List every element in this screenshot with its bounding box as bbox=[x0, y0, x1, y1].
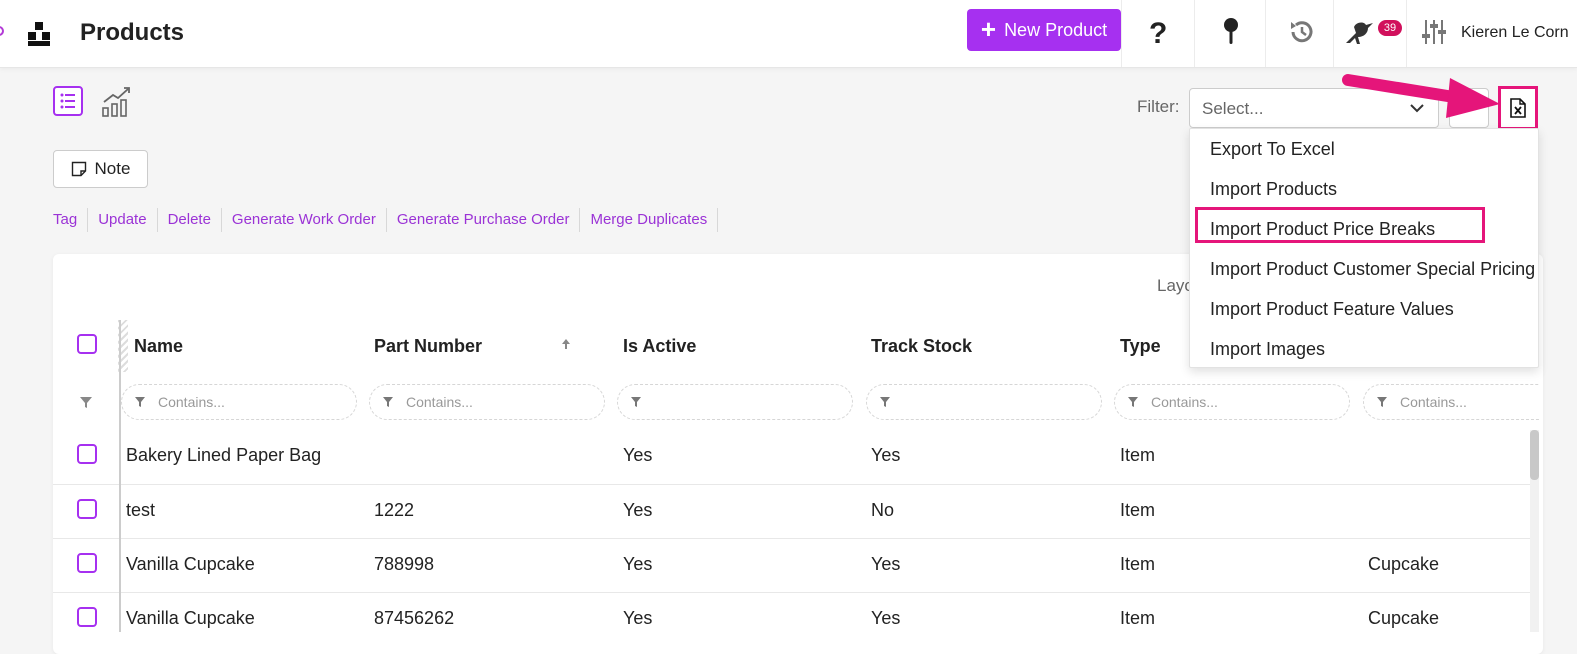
row-checkbox[interactable] bbox=[77, 607, 97, 627]
settings-sliders-icon[interactable] bbox=[1418, 13, 1450, 51]
new-product-label: New Product bbox=[1004, 19, 1108, 40]
note-button[interactable]: Note bbox=[53, 150, 148, 188]
cell-name: Vanilla Cupcake bbox=[126, 554, 255, 574]
funnel-icon bbox=[383, 397, 393, 407]
action-generate-purchase-order[interactable]: Generate Purchase Order bbox=[387, 208, 581, 232]
bird-icon[interactable] bbox=[1342, 13, 1378, 51]
cell-name: Bakery Lined Paper Bag bbox=[126, 445, 322, 465]
new-product-button[interactable]: + New Product bbox=[967, 9, 1121, 51]
column-header-is-active[interactable]: Is Active bbox=[623, 336, 696, 357]
sidebar-edge-icon[interactable] bbox=[0, 26, 4, 36]
filter-placeholder: Select... bbox=[1202, 99, 1264, 118]
menu-item-export-to-excel[interactable]: Export To Excel bbox=[1210, 139, 1335, 160]
top-bar: Products + New Product ? 39 Kieren Le Co… bbox=[0, 0, 1577, 68]
action-tag[interactable]: Tag bbox=[53, 208, 89, 232]
funnel-icon bbox=[631, 397, 641, 407]
export-import-menu: Export To Excel Import Products Import P… bbox=[1189, 128, 1539, 368]
cell-name: test bbox=[126, 500, 156, 520]
table-row[interactable] bbox=[53, 592, 1533, 632]
cell-name: Vanilla Cupcake bbox=[126, 608, 255, 628]
menu-item-import-customer-special-pricing[interactable]: Import Product Customer Special Pricing bbox=[1210, 259, 1535, 280]
funnel-icon bbox=[135, 397, 145, 407]
pin-icon[interactable] bbox=[1212, 13, 1250, 51]
action-delete[interactable]: Delete bbox=[158, 208, 222, 232]
filter-input-type[interactable]: Contains... bbox=[1114, 384, 1350, 420]
svg-text:?: ? bbox=[1149, 17, 1167, 47]
filter-input-category[interactable]: Contains... bbox=[1363, 384, 1539, 420]
filter-placeholder: Contains... bbox=[1400, 394, 1467, 410]
funnel-icon bbox=[1128, 397, 1138, 407]
cell-type: Item bbox=[1120, 445, 1156, 465]
cell-track-stock: Yes bbox=[871, 608, 901, 628]
menu-item-import-feature-values[interactable]: Import Product Feature Values bbox=[1210, 299, 1454, 320]
history-icon[interactable] bbox=[1283, 13, 1321, 51]
filter-input-name[interactable]: Contains... bbox=[121, 384, 357, 420]
plus-icon: + bbox=[980, 14, 997, 44]
list-view-icon bbox=[60, 93, 75, 109]
scrollbar-thumb[interactable] bbox=[1530, 430, 1539, 480]
toolbar-divider bbox=[1333, 0, 1334, 67]
notification-badge: 39 bbox=[1378, 20, 1402, 36]
column-header-type[interactable]: Type bbox=[1120, 336, 1161, 357]
list-view-button[interactable] bbox=[53, 86, 83, 116]
cell-is-active: Yes bbox=[623, 608, 653, 628]
row-checkbox[interactable] bbox=[77, 499, 97, 519]
annotation-highlight-box bbox=[1195, 207, 1485, 243]
filter-placeholder: Contains... bbox=[158, 394, 225, 410]
filter-placeholder: Contains... bbox=[1151, 394, 1218, 410]
filter-input-track-stock[interactable] bbox=[866, 384, 1102, 420]
row-checkbox[interactable] bbox=[77, 553, 97, 573]
action-merge-duplicates[interactable]: Merge Duplicates bbox=[580, 208, 719, 232]
toolbar-divider bbox=[1194, 0, 1195, 67]
cell-type: Item bbox=[1120, 608, 1156, 628]
note-label: Note bbox=[94, 159, 131, 178]
user-menu[interactable]: Kieren Le Corn bbox=[1461, 24, 1569, 42]
chart-view-icon[interactable] bbox=[101, 86, 133, 118]
note-icon bbox=[71, 161, 86, 177]
filter-input-part-number[interactable]: Contains... bbox=[369, 384, 605, 420]
row-checkbox[interactable] bbox=[77, 444, 97, 464]
cell-type: Item bbox=[1120, 500, 1156, 520]
select-all-checkbox[interactable] bbox=[77, 334, 97, 354]
column-header-name[interactable]: Name bbox=[134, 336, 183, 357]
table-row[interactable] bbox=[53, 538, 1533, 593]
help-icon[interactable]: ? bbox=[1140, 13, 1178, 51]
action-generate-work-order[interactable]: Generate Work Order bbox=[222, 208, 387, 232]
bulk-actions: Tag Update Delete Generate Work Order Ge… bbox=[53, 208, 719, 232]
excel-file-icon bbox=[1510, 98, 1526, 118]
cell-track-stock: Yes bbox=[871, 445, 901, 465]
column-header-part-number[interactable]: Part Number bbox=[374, 336, 482, 357]
sort-up-icon[interactable] bbox=[561, 337, 571, 351]
cell-category: Cupcake bbox=[1368, 554, 1440, 574]
app-logo-icon[interactable] bbox=[26, 20, 54, 48]
filter-placeholder: Contains... bbox=[406, 394, 473, 410]
annotation-arrow-icon bbox=[1342, 74, 1500, 118]
excel-export-button[interactable] bbox=[1498, 86, 1538, 130]
cell-part-number: 87456262 bbox=[374, 608, 455, 628]
toolbar-divider bbox=[1121, 0, 1122, 67]
menu-item-import-products[interactable]: Import Products bbox=[1210, 179, 1337, 200]
cell-part-number: 1222 bbox=[374, 500, 415, 520]
table-row[interactable] bbox=[53, 484, 1533, 539]
cell-is-active: Yes bbox=[623, 445, 653, 465]
toolbar-divider bbox=[1406, 0, 1407, 67]
menu-item-import-images[interactable]: Import Images bbox=[1210, 339, 1325, 360]
cell-part-number: 788998 bbox=[374, 554, 435, 574]
frozen-column-divider bbox=[119, 320, 121, 632]
funnel-icon bbox=[880, 397, 890, 407]
cell-track-stock: No bbox=[871, 500, 895, 520]
action-update[interactable]: Update bbox=[88, 208, 158, 232]
cell-is-active: Yes bbox=[623, 500, 653, 520]
cell-is-active: Yes bbox=[623, 554, 653, 574]
funnel-icon[interactable] bbox=[79, 395, 93, 409]
cell-category: Cupcake bbox=[1368, 608, 1440, 628]
filter-label: Filter: bbox=[1137, 97, 1180, 116]
cell-track-stock: Yes bbox=[871, 554, 901, 574]
filter-input-is-active[interactable] bbox=[617, 384, 853, 420]
funnel-icon bbox=[1377, 397, 1387, 407]
page-title: Products bbox=[80, 19, 185, 46]
cell-type: Item bbox=[1120, 554, 1156, 574]
toolbar-divider bbox=[1265, 0, 1266, 67]
column-header-track-stock[interactable]: Track Stock bbox=[871, 336, 972, 357]
